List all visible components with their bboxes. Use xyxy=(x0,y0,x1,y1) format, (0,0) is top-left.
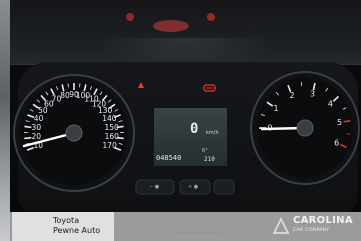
lcd-speed: 0 xyxy=(190,121,199,137)
top-light-left xyxy=(126,13,134,21)
gauge-number: 3 xyxy=(310,89,315,98)
steering-warning-icon xyxy=(138,82,144,88)
gauge-number: 6 xyxy=(334,138,339,147)
gauge-tick xyxy=(343,119,351,123)
lcd-temperature: 6° xyxy=(202,148,209,154)
speedometer-hub xyxy=(65,124,83,142)
gauge-number: 4 xyxy=(328,99,333,108)
gauge-tick xyxy=(24,136,32,140)
gauge-number: 30 xyxy=(32,123,42,132)
gauge-tick xyxy=(346,133,351,135)
gauge-tick xyxy=(24,125,32,129)
gauge-number: 20 xyxy=(31,132,41,141)
brand-line-1: Toyota xyxy=(53,216,80,225)
lcd-trip: 210 xyxy=(204,156,215,163)
lcd-speed-unit: km/h xyxy=(206,130,219,136)
gauge-number: 1 xyxy=(273,104,278,113)
gauge-number: 40 xyxy=(34,114,44,123)
tachometer-hub xyxy=(296,119,314,137)
gauge-number: 2 xyxy=(290,91,295,100)
gauge-number: 170 xyxy=(103,141,118,150)
dealer-name: CAROLINA xyxy=(293,215,353,226)
brand-line-2: Pewne Auto xyxy=(53,226,101,235)
brand-text: Toyota Pewne Auto xyxy=(53,216,100,236)
dealer-subtitle: CAR COMPANY xyxy=(293,228,330,233)
settings-button[interactable] xyxy=(213,179,235,195)
gauge-number: 160 xyxy=(105,132,120,141)
gauge-number: 140 xyxy=(102,114,117,123)
gauge-number: 5 xyxy=(337,118,342,127)
gauge-number: 150 xyxy=(105,123,120,132)
top-center-light xyxy=(153,20,189,32)
parking-brake-icon xyxy=(203,84,216,92)
plus-glyph: + ● xyxy=(188,184,199,190)
dashboard-photo: 10 20 30 40 50 60 70 80 90 100 110 120 130 140 150 160 1… xyxy=(0,0,361,241)
top-light-right xyxy=(207,13,215,21)
watermark-center-text: INDYWIDUALNA OFERTA xyxy=(176,231,224,235)
lcd-odometer: 048540 xyxy=(156,154,182,162)
minus-glyph: − ● xyxy=(149,184,160,190)
